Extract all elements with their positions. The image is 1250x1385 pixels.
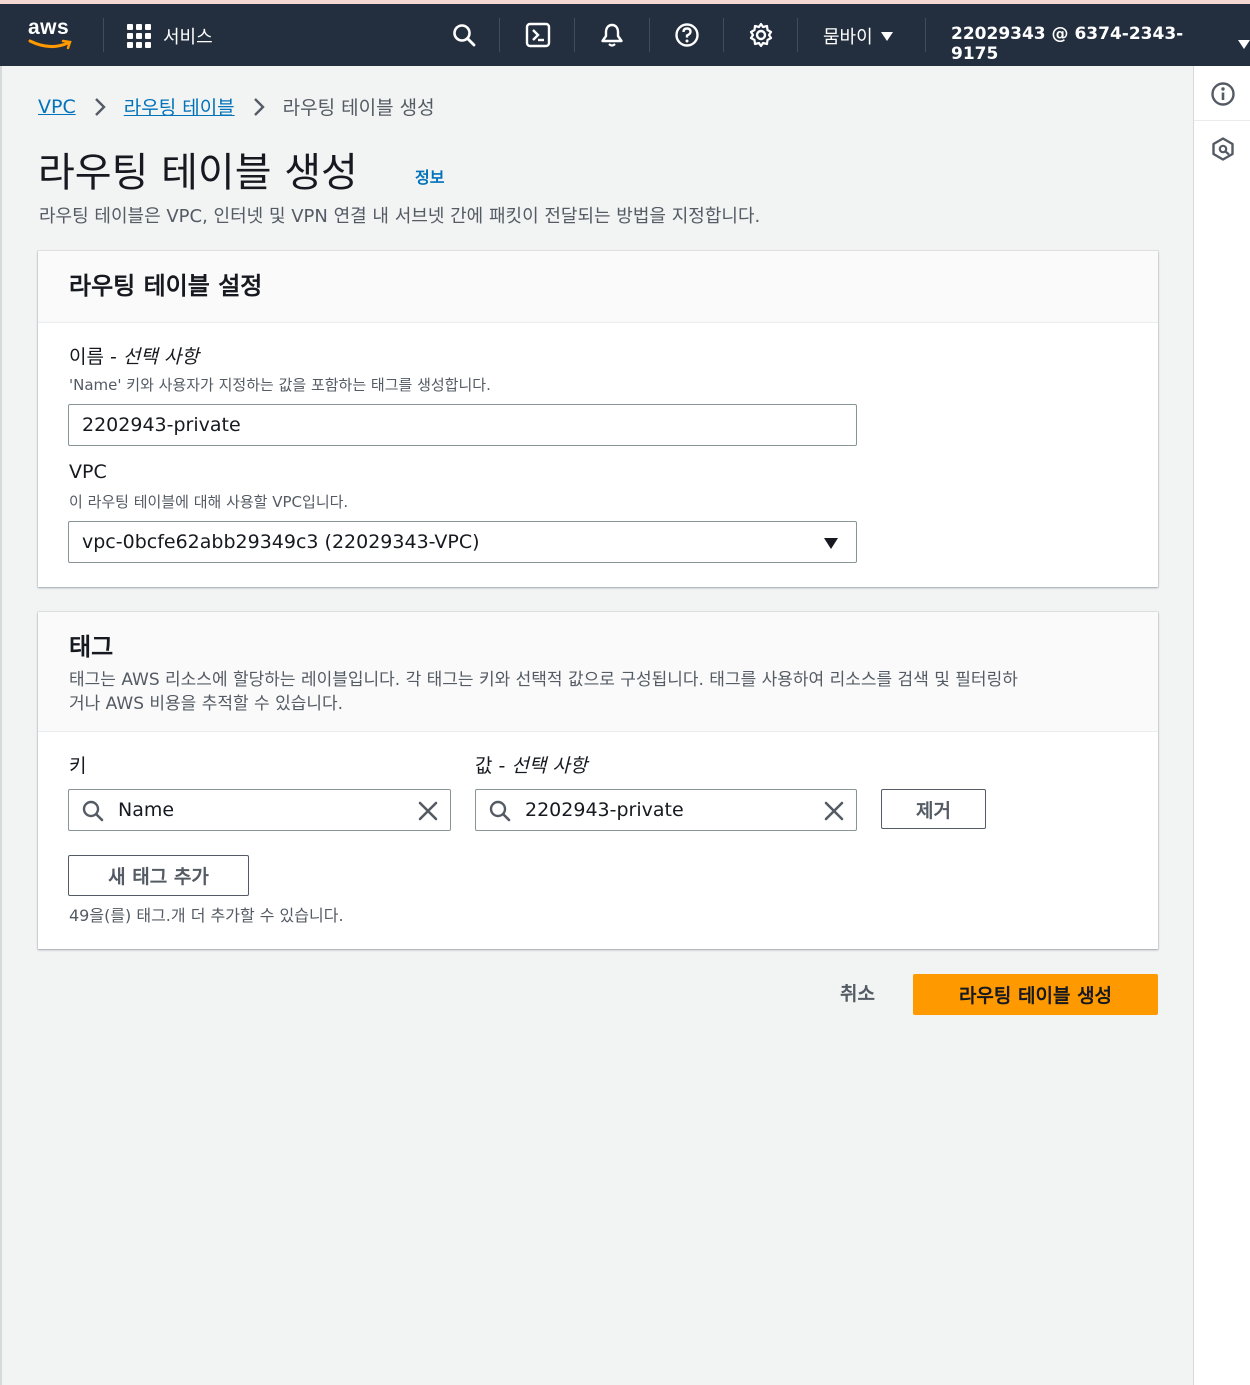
aws-smile-icon — [28, 39, 72, 50]
chevron-right-icon — [94, 97, 106, 116]
optional-label: 선택 사항 — [511, 755, 588, 777]
aws-logo[interactable]: aws — [28, 16, 76, 54]
vpc-field-label: VPC — [69, 461, 107, 483]
name-field-hint: 'Name' 키와 사용자가 지정하는 값을 포함하는 태그를 생성합니다. — [69, 376, 491, 394]
nav-divider — [499, 18, 500, 52]
tag-value-value: 2202943-private — [525, 799, 684, 821]
add-tag-button[interactable]: 새 태그 추가 — [68, 855, 249, 896]
rail-divider — [1194, 120, 1250, 121]
panel-header: 라우팅 테이블 설정 — [38, 251, 1158, 323]
clear-x-icon[interactable] — [822, 799, 846, 823]
page-title: 라우팅 테이블 생성 — [38, 150, 358, 196]
tags-panel: 태그 태그는 AWS 리소스에 할당하는 레이블입니다. 각 태그는 키와 선택… — [38, 612, 1158, 949]
tag-key-input[interactable]: Name — [68, 789, 451, 831]
region-selector[interactable]: 뭄바이 — [823, 23, 893, 49]
search-icon — [82, 800, 104, 822]
caret-down-icon — [1238, 39, 1250, 49]
tags-description-line2: 거나 AWS 비용을 추적할 수 있습니다. — [69, 694, 344, 714]
page-description: 라우팅 테이블은 VPC, 인터넷 및 VPN 연결 내 서브넷 간에 패킷이 … — [39, 206, 761, 227]
remove-tag-button[interactable]: 제거 — [881, 789, 986, 829]
create-route-table-button[interactable]: 라우팅 테이블 생성 — [913, 974, 1158, 1015]
tag-key-label: 키 — [69, 755, 87, 777]
vpc-select[interactable]: vpc-0bcfe62abb29349c3 (22029343-VPC) — [68, 521, 857, 563]
account-menu[interactable]: 22029343 @ 6374-2343-9175 — [951, 24, 1250, 64]
optional-label: 선택 사항 — [122, 346, 199, 368]
nav-divider — [723, 18, 724, 52]
account-label: 22029343 @ 6374-2343-9175 — [951, 24, 1184, 64]
tag-key-value: Name — [118, 799, 175, 821]
tags-panel-title: 태그 — [69, 633, 114, 661]
tools-rail — [1193, 66, 1250, 1385]
tag-value-input[interactable]: 2202943-private — [475, 789, 857, 831]
region-label: 뭄바이 — [823, 27, 873, 48]
breadcrumb-current: 라우팅 테이블 생성 — [282, 97, 435, 119]
cancel-button[interactable]: 취소 — [840, 979, 875, 1006]
nav-divider — [649, 18, 650, 52]
panel-header: 태그 태그는 AWS 리소스에 할당하는 레이블입니다. 각 태그는 키와 선택… — [38, 612, 1158, 732]
breadcrumb-route-tables-link[interactable]: 라우팅 테이블 — [124, 93, 235, 120]
name-field-label: 이름 - 선택 사항 — [69, 346, 199, 368]
apps-grid-icon — [127, 24, 151, 48]
search-icon[interactable] — [451, 22, 477, 48]
route-table-settings-panel: 라우팅 테이블 설정 이름 - 선택 사항 'Name' 키와 사용자가 지정하… — [38, 251, 1158, 587]
settings-panel-title: 라우팅 테이블 설정 — [69, 272, 263, 300]
vpc-select-value: vpc-0bcfe62abb29349c3 (22029343-VPC) — [82, 531, 480, 553]
nav-divider — [925, 18, 926, 52]
notifications-bell-icon[interactable] — [599, 22, 625, 48]
name-input-value: 2202943-private — [82, 414, 241, 436]
info-icon[interactable] — [1210, 81, 1236, 107]
aws-logo-text: aws — [28, 16, 70, 39]
info-link[interactable]: 정보 — [415, 164, 444, 188]
top-navigation: aws 서비스 뭄바이 22029343 @ 6374-2343-9175 — [0, 4, 1250, 66]
search-icon — [489, 800, 511, 822]
nav-divider — [574, 18, 575, 52]
settings-gear-icon[interactable] — [748, 22, 774, 48]
tag-value-label: 값 - 선택 사항 — [475, 755, 588, 777]
cloudshell-icon[interactable] — [525, 22, 551, 48]
services-menu-button[interactable]: 서비스 — [127, 23, 213, 49]
tags-description-line1: 태그는 AWS 리소스에 할당하는 레이블입니다. 각 태그는 키와 선택적 값… — [69, 670, 1018, 690]
remaining-tags-hint: 49을(를) 태그.개 더 추가할 수 있습니다. — [69, 906, 344, 925]
chevron-right-icon — [253, 97, 265, 116]
nav-divider — [797, 18, 798, 52]
left-edge — [0, 66, 2, 1385]
help-icon[interactable] — [674, 22, 700, 48]
breadcrumb-vpc-link[interactable]: VPC — [38, 96, 76, 118]
services-label: 서비스 — [163, 27, 213, 48]
caret-down-icon — [880, 31, 893, 41]
breadcrumb: VPC 라우팅 테이블 라우팅 테이블 생성 — [38, 93, 435, 120]
caret-down-icon — [824, 538, 838, 549]
name-input[interactable]: 2202943-private — [68, 404, 857, 446]
clear-x-icon[interactable] — [416, 799, 440, 823]
feedback-hexagon-icon[interactable] — [1210, 136, 1236, 162]
vpc-field-hint: 이 라우팅 테이블에 대해 사용할 VPC입니다. — [69, 493, 349, 511]
nav-divider — [103, 18, 104, 52]
